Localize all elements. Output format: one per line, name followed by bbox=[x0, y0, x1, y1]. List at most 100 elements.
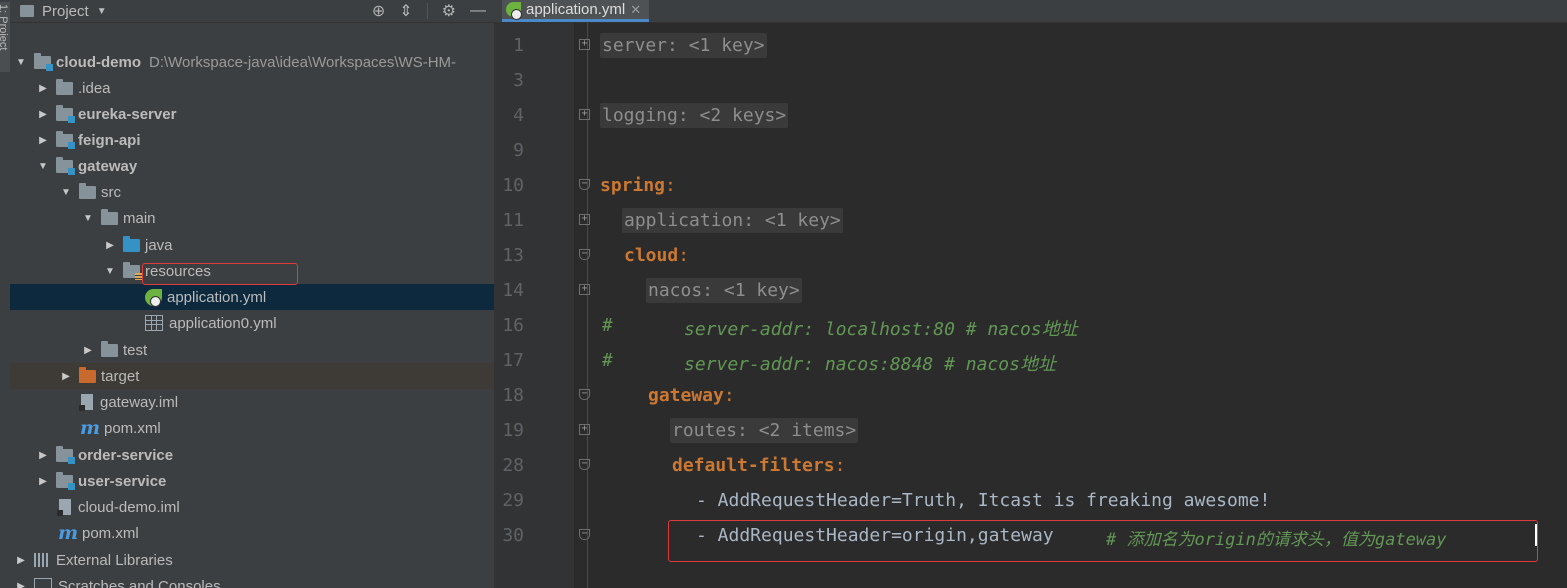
tree-item-idea[interactable]: ▶ .idea bbox=[10, 75, 494, 101]
folded-region[interactable]: routes: <2 items> bbox=[670, 418, 859, 443]
tree-item-external-libraries[interactable]: ▶ External Libraries bbox=[10, 547, 494, 573]
code-comment: server-addr: localhost:80 # nacos地址 bbox=[684, 319, 1078, 340]
module-folder-icon bbox=[56, 471, 75, 490]
folded-region[interactable]: nacos: <1 key> bbox=[646, 278, 802, 303]
chevron-right-icon[interactable]: ▶ bbox=[103, 240, 117, 251]
minimize-icon[interactable]: — bbox=[470, 2, 486, 20]
chevron-right-icon[interactable]: ▶ bbox=[81, 345, 95, 356]
code-line[interactable]: 28 − default-filters: bbox=[494, 448, 1567, 483]
gear-icon[interactable]: ⚙ bbox=[442, 1, 456, 21]
fold-expand-icon[interactable]: + bbox=[579, 284, 590, 295]
line-number: 14 bbox=[502, 280, 524, 301]
chevron-down-icon[interactable]: ▼ bbox=[14, 57, 28, 68]
fold-expand-icon[interactable]: + bbox=[579, 109, 590, 120]
code-line[interactable]: 4 + logging: <2 keys> bbox=[494, 98, 1567, 133]
project-tool-button[interactable]: 1: Project bbox=[0, 2, 10, 72]
code-line[interactable]: 17 # server-addr: nacos:8848 # nacos地址 bbox=[494, 343, 1567, 378]
tree-item-root-pom[interactable]: m pom.xml bbox=[10, 520, 494, 546]
chevron-down-icon[interactable]: ▼ bbox=[103, 266, 117, 277]
folder-icon bbox=[56, 78, 73, 95]
line-number: 19 bbox=[502, 420, 524, 441]
tree-item-label: target bbox=[101, 367, 140, 385]
tree-item-src[interactable]: ▼ src bbox=[10, 179, 494, 205]
line-number: 28 bbox=[502, 455, 524, 476]
tree-item-main[interactable]: ▼ main bbox=[10, 205, 494, 231]
chevron-right-icon[interactable]: ▶ bbox=[36, 476, 50, 487]
code-line[interactable]: 29 - AddRequestHeader=Truth, Itcast is f… bbox=[494, 483, 1567, 518]
tree-item-application0-yml[interactable]: application0.yml bbox=[10, 310, 494, 336]
yaml-colon: : bbox=[678, 245, 690, 266]
code-line[interactable]: 18 − gateway: bbox=[494, 378, 1567, 413]
resources-folder-icon bbox=[123, 261, 142, 280]
tab-application-yml[interactable]: application.yml ✕ bbox=[502, 0, 650, 22]
code-line[interactable]: 10 − spring: bbox=[494, 168, 1567, 203]
collapse-icon[interactable]: ⇕ bbox=[399, 1, 412, 21]
chevron-down-icon[interactable]: ▼ bbox=[36, 161, 50, 172]
yaml-key: gateway bbox=[648, 385, 724, 406]
fold-expand-icon[interactable]: + bbox=[579, 214, 590, 225]
chevron-right-icon[interactable]: ▶ bbox=[36, 83, 50, 94]
tree-item-gateway[interactable]: ▼ gateway bbox=[10, 153, 494, 179]
fold-collapse-icon[interactable]: − bbox=[579, 179, 590, 190]
project-path: D:\Workspace-java\idea\Workspaces\WS-HM- bbox=[149, 53, 457, 71]
tree-item-label: main bbox=[123, 209, 156, 227]
code-line[interactable]: 1 + server: <1 key> bbox=[494, 28, 1567, 63]
tree-item-test[interactable]: ▶ test bbox=[10, 337, 494, 363]
code-line[interactable]: 3 bbox=[494, 63, 1567, 98]
line-number: 18 bbox=[502, 385, 524, 406]
code-line[interactable]: 14 + nacos: <1 key> bbox=[494, 273, 1567, 308]
fold-collapse-icon[interactable]: − bbox=[579, 459, 590, 470]
folded-region[interactable]: logging: <2 keys> bbox=[600, 103, 789, 128]
module-folder-icon bbox=[56, 156, 75, 175]
chevron-right-icon[interactable]: ▶ bbox=[14, 555, 28, 566]
tree-item-feign-api[interactable]: ▶ feign-api bbox=[10, 127, 494, 153]
folded-region[interactable]: application: <1 key> bbox=[622, 208, 843, 233]
tree-item-eureka-server[interactable]: ▶ eureka-server bbox=[10, 101, 494, 127]
fold-expand-icon[interactable]: + bbox=[579, 424, 590, 435]
project-tool-label: 1: Project bbox=[0, 4, 9, 51]
tree-item-gateway-iml[interactable]: gateway.iml bbox=[10, 389, 494, 415]
close-icon[interactable]: ✕ bbox=[630, 2, 641, 18]
target-icon[interactable]: ⊕ bbox=[372, 1, 385, 21]
tree-item-user-service[interactable]: ▶ user-service bbox=[10, 468, 494, 494]
line-number: 1 bbox=[513, 35, 524, 56]
tree-item-order-service[interactable]: ▶ order-service bbox=[10, 442, 494, 468]
chevron-right-icon[interactable]: ▶ bbox=[14, 581, 28, 588]
chevron-right-icon[interactable]: ▶ bbox=[36, 450, 50, 461]
maven-icon: m bbox=[80, 416, 101, 439]
line-number: 30 bbox=[502, 525, 524, 546]
code-line[interactable]: 16 # server-addr: localhost:80 # nacos地址 bbox=[494, 308, 1567, 343]
chevron-down-icon[interactable]: ▼ bbox=[59, 187, 73, 198]
line-number: 4 bbox=[513, 105, 524, 126]
folder-icon bbox=[79, 182, 96, 199]
tree-item-target[interactable]: ▶ target bbox=[10, 363, 494, 389]
spring-config-icon bbox=[506, 2, 522, 20]
fold-collapse-icon[interactable]: − bbox=[579, 249, 590, 260]
fold-collapse-icon[interactable]: − bbox=[579, 529, 590, 540]
chevron-right-icon[interactable]: ▶ bbox=[59, 371, 73, 382]
yaml-key: default-filters bbox=[672, 455, 835, 476]
tree-item-gateway-pom[interactable]: m pom.xml bbox=[10, 415, 494, 441]
tree-item-label: feign-api bbox=[78, 131, 141, 149]
iml-file-icon bbox=[57, 499, 71, 516]
tree-item-cloud-demo-iml[interactable]: cloud-demo.iml bbox=[10, 494, 494, 520]
fold-expand-icon[interactable]: + bbox=[579, 39, 590, 50]
code-line[interactable]: 19 + routes: <2 items> bbox=[494, 413, 1567, 448]
tree-item-label: pom.xml bbox=[104, 419, 161, 437]
code-line[interactable]: 13 − cloud: bbox=[494, 238, 1567, 273]
fold-collapse-icon[interactable]: − bbox=[579, 389, 590, 400]
tree-item-scratches[interactable]: ▶ Scratches and Consoles bbox=[10, 573, 494, 588]
tree-item-cloud-demo[interactable]: ▼ cloud-demo D:\Workspace-java\idea\Work… bbox=[10, 49, 494, 75]
line-number: 17 bbox=[502, 350, 524, 371]
project-view-selector[interactable]: Project ▼ bbox=[20, 3, 107, 20]
code-line[interactable]: 9 bbox=[494, 133, 1567, 168]
yaml-key: cloud bbox=[624, 245, 679, 266]
chevron-right-icon[interactable]: ▶ bbox=[36, 109, 50, 120]
line-number: 29 bbox=[502, 490, 524, 511]
chevron-down-icon[interactable]: ▼ bbox=[81, 213, 95, 224]
chevron-right-icon[interactable]: ▶ bbox=[36, 135, 50, 146]
tree-item-java[interactable]: ▶ java bbox=[10, 232, 494, 258]
tree-item-application-yml[interactable]: application.yml bbox=[10, 284, 494, 310]
folded-region[interactable]: server: <1 key> bbox=[600, 33, 767, 58]
code-line[interactable]: 11 + application: <1 key> bbox=[494, 203, 1567, 238]
